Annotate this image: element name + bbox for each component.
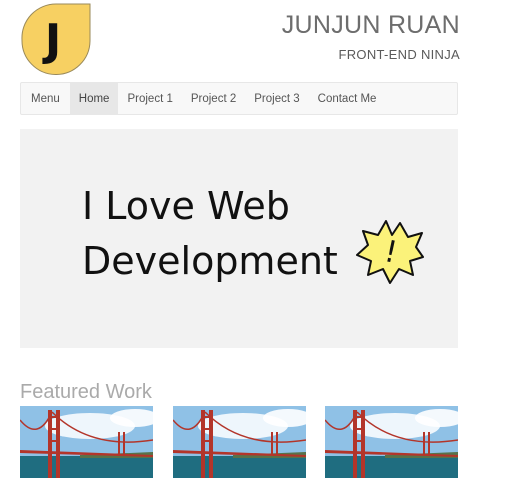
nav-item-contact-me[interactable]: Contact Me <box>309 83 386 114</box>
featured-work-heading: Featured Work <box>20 381 152 403</box>
hero-line-1: I Love Web <box>82 184 290 228</box>
hero-banner: I Love Web Development ! <box>20 129 458 348</box>
starburst-icon: ! <box>356 220 424 284</box>
nav-item-project-2[interactable]: Project 2 <box>182 83 245 114</box>
site-tagline: FRONT-END NINJA <box>338 47 460 62</box>
hero-line-2: Development <box>82 239 338 283</box>
golden-gate-bridge-image <box>325 406 458 478</box>
navigation-bar: Menu Home Project 1 Project 2 Project 3 … <box>20 82 458 115</box>
featured-thumbnail-1[interactable] <box>20 406 153 478</box>
logo[interactable]: J <box>20 3 92 75</box>
site-owner-name: JUNJUN RUAN <box>281 11 460 39</box>
nav-item-project-3[interactable]: Project 3 <box>245 83 308 114</box>
nav-item-home[interactable]: Home <box>69 83 119 114</box>
golden-gate-bridge-image <box>20 406 153 478</box>
golden-gate-bridge-image <box>173 406 306 478</box>
logo-letter: J <box>42 15 61 66</box>
nav-menu-brand[interactable]: Menu <box>21 83 70 114</box>
featured-thumbnail-2[interactable] <box>173 406 306 478</box>
nav-item-project-1[interactable]: Project 1 <box>118 83 181 114</box>
featured-thumbnail-3[interactable] <box>325 406 458 478</box>
